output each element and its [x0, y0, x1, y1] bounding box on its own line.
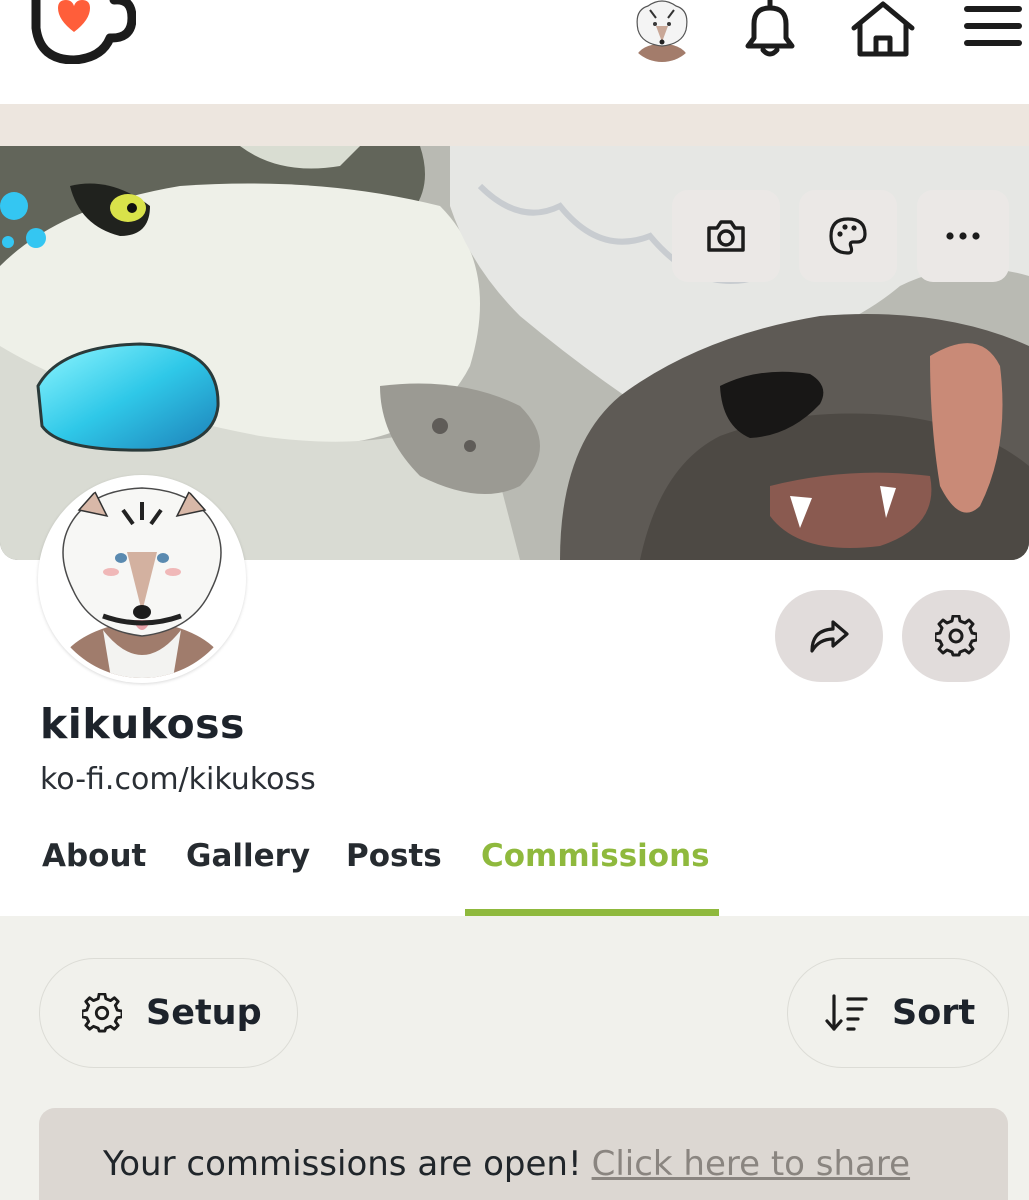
change-cover-camera-button[interactable] — [672, 190, 780, 282]
profile-url[interactable]: ko-fi.com/kikukoss — [40, 762, 316, 797]
share-arrow-icon — [810, 620, 849, 653]
gear-icon — [82, 993, 122, 1033]
gear-icon — [935, 615, 977, 657]
notifications-bell-icon[interactable] — [740, 0, 800, 60]
more-options-button[interactable] — [917, 190, 1009, 282]
kofi-logo-icon[interactable] — [28, 0, 137, 65]
more-dots-icon — [946, 232, 980, 240]
setup-label: Setup — [146, 993, 262, 1033]
header-avatar[interactable] — [628, 0, 696, 62]
sort-button[interactable]: Sort — [787, 958, 1009, 1068]
header-divider-band — [0, 104, 1029, 148]
share-button[interactable] — [775, 590, 883, 682]
tab-gallery[interactable]: Gallery — [186, 838, 310, 874]
theme-palette-button[interactable] — [799, 190, 897, 282]
sort-icon — [825, 994, 868, 1031]
profile-avatar[interactable] — [38, 475, 246, 683]
sort-label: Sort — [892, 993, 976, 1033]
top-navigation-bar — [0, 0, 1029, 104]
profile-username: kikukoss — [40, 700, 245, 748]
notice-text: Your commissions are open! — [103, 1144, 582, 1184]
active-tab-indicator — [465, 909, 719, 916]
tab-posts[interactable]: Posts — [346, 838, 442, 874]
hamburger-menu-icon[interactable] — [962, 4, 1024, 48]
commissions-open-notice: Your commissions are open! Click here to … — [39, 1108, 1008, 1200]
commissions-panel: Setup Sort Your commissions are open! Cli… — [0, 916, 1029, 1200]
palette-icon — [829, 217, 867, 255]
home-icon[interactable] — [848, 0, 918, 60]
tab-about[interactable]: About — [42, 838, 146, 874]
camera-icon — [707, 220, 745, 252]
tab-commissions[interactable]: Commissions — [481, 838, 710, 874]
share-commissions-link[interactable]: Click here to share — [592, 1144, 910, 1184]
profile-tabs: About Gallery Posts Commissions — [0, 820, 1029, 916]
setup-button[interactable]: Setup — [39, 958, 298, 1068]
profile-settings-button[interactable] — [902, 590, 1010, 682]
